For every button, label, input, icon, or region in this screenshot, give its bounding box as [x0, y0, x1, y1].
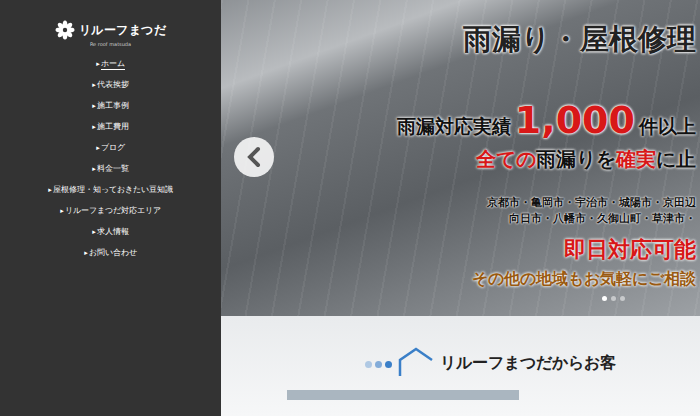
area-line: 京都市・亀岡市・宇治市・城陽市・京田辺: [487, 195, 696, 211]
promise-part: を: [596, 147, 616, 171]
nav-item[interactable]: ▸求人情報: [92, 221, 129, 242]
logo-row: リルーフまつだ: [55, 20, 167, 40]
nav-marker-icon: ▸: [92, 102, 96, 110]
promise-part: 全ての: [476, 147, 536, 171]
section-photo: [287, 390, 519, 400]
nav-label: 料金一覧: [97, 163, 129, 174]
promise-part: 確実: [616, 147, 656, 171]
chevron-left-icon: [245, 146, 263, 168]
nav-marker-icon: ▸: [96, 60, 100, 68]
promise: 全ての雨漏りを確実に止: [476, 146, 696, 173]
area-line: 向日市・八幡市・久御山町・草津市・: [509, 211, 696, 227]
nav-marker-icon: ▸: [92, 165, 96, 173]
record-prefix: 雨漏対応実績: [397, 114, 511, 140]
nav-label: リルーフまつだ対応エリア: [65, 205, 161, 216]
nav-marker-icon: ▸: [92, 123, 96, 131]
nav-marker-icon: ▸: [84, 249, 88, 257]
nav-item[interactable]: ▸リルーフまつだ対応エリア: [60, 200, 161, 221]
nav-item[interactable]: ▸施工費用: [92, 116, 129, 137]
nav-item[interactable]: ▸屋根修理・知っておきたい豆知識: [48, 179, 173, 200]
nav-item[interactable]: ▸お問い合わせ: [84, 242, 137, 263]
record-suffix: 件以上: [639, 114, 696, 140]
slider-dot[interactable]: [611, 296, 616, 301]
nav-menu: ▸ホーム▸代表挨拶▸施工事例▸施工費用▸ブログ▸料金一覧▸屋根修理・知っておきた…: [48, 53, 173, 263]
intro-section: リルーフまつだからお客: [221, 316, 700, 416]
main: 雨漏り・屋根修理雨漏対応実績1,000件以上全ての雨漏りを確実に止京都市・亀岡市…: [221, 0, 700, 416]
nav-marker-icon: ▸: [48, 186, 52, 194]
nav-label: ホーム: [101, 58, 125, 70]
record-number: 1,000: [515, 98, 635, 142]
slider-dot[interactable]: [620, 296, 625, 301]
record: 雨漏対応実績1,000件以上: [397, 98, 696, 142]
nav-marker-icon: ▸: [92, 81, 96, 89]
promise-part: 雨漏り: [536, 147, 596, 171]
slider-dots: [602, 296, 625, 301]
heading-text: リルーフまつだからお客: [440, 353, 616, 376]
logo[interactable]: リルーフまつだ Re roof matsuda: [55, 20, 167, 47]
house-icon: [396, 346, 436, 376]
nav-marker-icon: ▸: [92, 228, 96, 236]
hero-text: 雨漏り・屋根修理雨漏対応実績1,000件以上全ての雨漏りを確実に止京都市・亀岡市…: [221, 0, 700, 316]
nav-label: 施工費用: [97, 121, 129, 132]
prev-button[interactable]: [234, 137, 274, 177]
logo-name: リルーフまつだ: [79, 22, 167, 39]
logo-subtitle: Re roof matsuda: [90, 41, 131, 47]
flower-icon: [55, 20, 75, 40]
nav-item[interactable]: ▸代表挨拶: [92, 74, 129, 95]
nav-label: お問い合わせ: [89, 247, 137, 258]
nav-label: 代表挨拶: [97, 79, 129, 90]
nav-label: 求人情報: [97, 226, 129, 237]
nav-item[interactable]: ▸ホーム: [96, 53, 125, 74]
other-areas: その他の地域もお気軽にご相談: [472, 269, 696, 290]
dots-decoration: [365, 361, 392, 368]
nav-item[interactable]: ▸ブログ: [96, 137, 125, 158]
nav-item[interactable]: ▸料金一覧: [92, 158, 129, 179]
hero-slider: 雨漏り・屋根修理雨漏対応実績1,000件以上全ての雨漏りを確実に止京都市・亀岡市…: [221, 0, 700, 316]
sidebar: リルーフまつだRe roof matsuda▸ホーム▸代表挨拶▸施工事例▸施工費…: [0, 0, 221, 416]
nav-item[interactable]: ▸施工事例: [92, 95, 129, 116]
nav-label: 施工事例: [97, 100, 129, 111]
slider-dot[interactable]: [602, 296, 607, 301]
nav-marker-icon: ▸: [96, 144, 100, 152]
service-areas: 京都市・亀岡市・宇治市・城陽市・京田辺向日市・八幡市・久御山町・草津市・: [487, 195, 696, 227]
hero-title: 雨漏り・屋根修理: [463, 20, 696, 60]
nav-label: 屋根修理・知っておきたい豆知識: [53, 184, 173, 195]
section-heading: リルーフまつだからお客: [365, 346, 616, 376]
same-day: 即日対応可能: [564, 235, 696, 265]
nav-label: ブログ: [101, 142, 125, 153]
promise-part: に止: [656, 147, 696, 171]
nav-marker-icon: ▸: [60, 207, 64, 215]
